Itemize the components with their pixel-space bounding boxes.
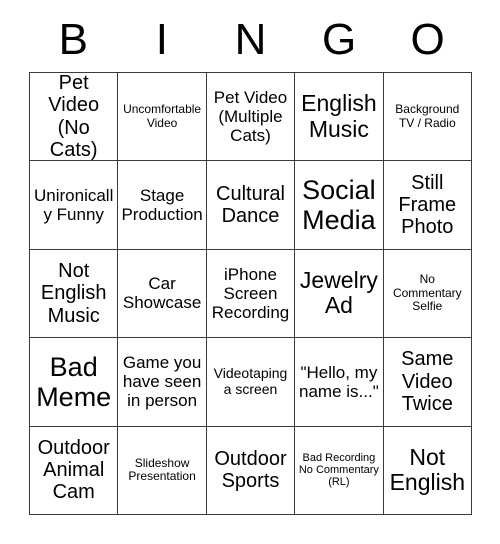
bingo-cell-r1c1[interactable]: Pet Video (No Cats) [30, 73, 119, 162]
bingo-header-letter-g: G [321, 15, 357, 64]
bingo-header: B I N G O [29, 8, 472, 72]
bingo-cell-label: Unironically Funny [34, 186, 114, 225]
bingo-cell-r1c5[interactable]: Background TV / Radio [383, 73, 472, 162]
bingo-header-letter-i: I [155, 15, 168, 64]
bingo-cell-r1c4[interactable]: English Music [295, 73, 384, 162]
bingo-cell-label: Same Video Twice [401, 348, 454, 416]
bingo-header-letter-b: B [58, 15, 88, 64]
bingo-cell-label: Jewelry Ad [299, 266, 378, 319]
bingo-cell-label: No Commentary Selfie [392, 272, 462, 314]
bingo-cell-label: English Music [301, 89, 377, 142]
bingo-header-letter-n: N [234, 15, 267, 64]
bingo-cell-r3c1[interactable]: Not English Music [30, 249, 119, 339]
bingo-cell-label: Car Showcase [122, 274, 202, 313]
bingo-cell-label: Slideshow Presentation [128, 455, 196, 484]
bingo-cell-label: Social Media [302, 174, 376, 236]
bingo-cell-label: Outdoor Animal Cam [37, 436, 110, 504]
bingo-cell-r1c3[interactable]: Pet Video (Multiple Cats) [206, 73, 296, 162]
bingo-cell-r4c1[interactable]: Bad Meme [30, 338, 119, 427]
bingo-cell-r4c3[interactable]: Videotaping a screen [206, 338, 296, 427]
bingo-cell-r2c1[interactable]: Unironically Funny [30, 161, 119, 250]
bingo-cell-label: Stage Production [121, 186, 203, 225]
bingo-cell-label: Bad Recording No Commentary (RL) [298, 451, 379, 489]
bingo-cell-r5c5[interactable]: Not English [383, 426, 472, 515]
bingo-cell-label: Not English [389, 443, 466, 496]
bingo-cell-r2c3[interactable]: Cultural Dance [206, 161, 296, 250]
bingo-cell-label: Background TV / Radio [395, 102, 460, 130]
bingo-cell-r5c3[interactable]: Outdoor Sports [206, 426, 296, 515]
bingo-cell-label: Bad Meme [36, 351, 112, 412]
bingo-cell-r2c4[interactable]: Social Media [295, 161, 384, 250]
bingo-cell-label: Cultural Dance [216, 182, 285, 228]
bingo-cell-r3c3[interactable]: iPhone Screen Recording [206, 249, 296, 339]
bingo-cell-label: Videotaping a screen [213, 365, 288, 397]
bingo-cell-label: iPhone Screen Recording [211, 264, 290, 322]
bingo-cell-r4c2[interactable]: Game you have seen in person [118, 338, 207, 427]
bingo-cell-label: Uncomfortable Video [123, 102, 202, 130]
bingo-cell-r2c2[interactable]: Stage Production [118, 161, 207, 250]
bingo-cell-label: "Hello, my name is..." [299, 362, 379, 401]
bingo-cell-label: Pet Video (No Cats) [48, 73, 100, 162]
bingo-cell-r4c5[interactable]: Same Video Twice [383, 338, 472, 427]
bingo-card: B I N G O Pet Video (No Cats) Uncomfortab… [29, 8, 472, 515]
bingo-cell-r5c2[interactable]: Slideshow Presentation [118, 426, 207, 515]
bingo-cell-r3c4[interactable]: Jewelry Ad [295, 249, 384, 339]
bingo-cell-r5c4[interactable]: Bad Recording No Commentary (RL) [295, 426, 384, 515]
bingo-cell-r1c2[interactable]: Uncomfortable Video [118, 73, 207, 162]
bingo-cell-r3c5[interactable]: No Commentary Selfie [383, 249, 472, 339]
bingo-cell-label: Outdoor Sports [214, 447, 287, 493]
bingo-cell-label: Pet Video (Multiple Cats) [213, 88, 288, 146]
bingo-cell-label: Still Frame Photo [398, 171, 457, 239]
bingo-cell-r3c2[interactable]: Car Showcase [118, 249, 207, 339]
bingo-grid: Pet Video (No Cats) Uncomfortable Video Pe… [29, 72, 472, 515]
bingo-cell-label: Not English Music [40, 259, 107, 327]
bingo-header-letter-o: O [410, 15, 445, 64]
bingo-cell-r4c4[interactable]: "Hello, my name is..." [295, 338, 384, 427]
bingo-cell-r2c5[interactable]: Still Frame Photo [383, 161, 472, 250]
bingo-cell-label: Game you have seen in person [122, 353, 202, 411]
bingo-cell-r5c1[interactable]: Outdoor Animal Cam [30, 426, 119, 515]
